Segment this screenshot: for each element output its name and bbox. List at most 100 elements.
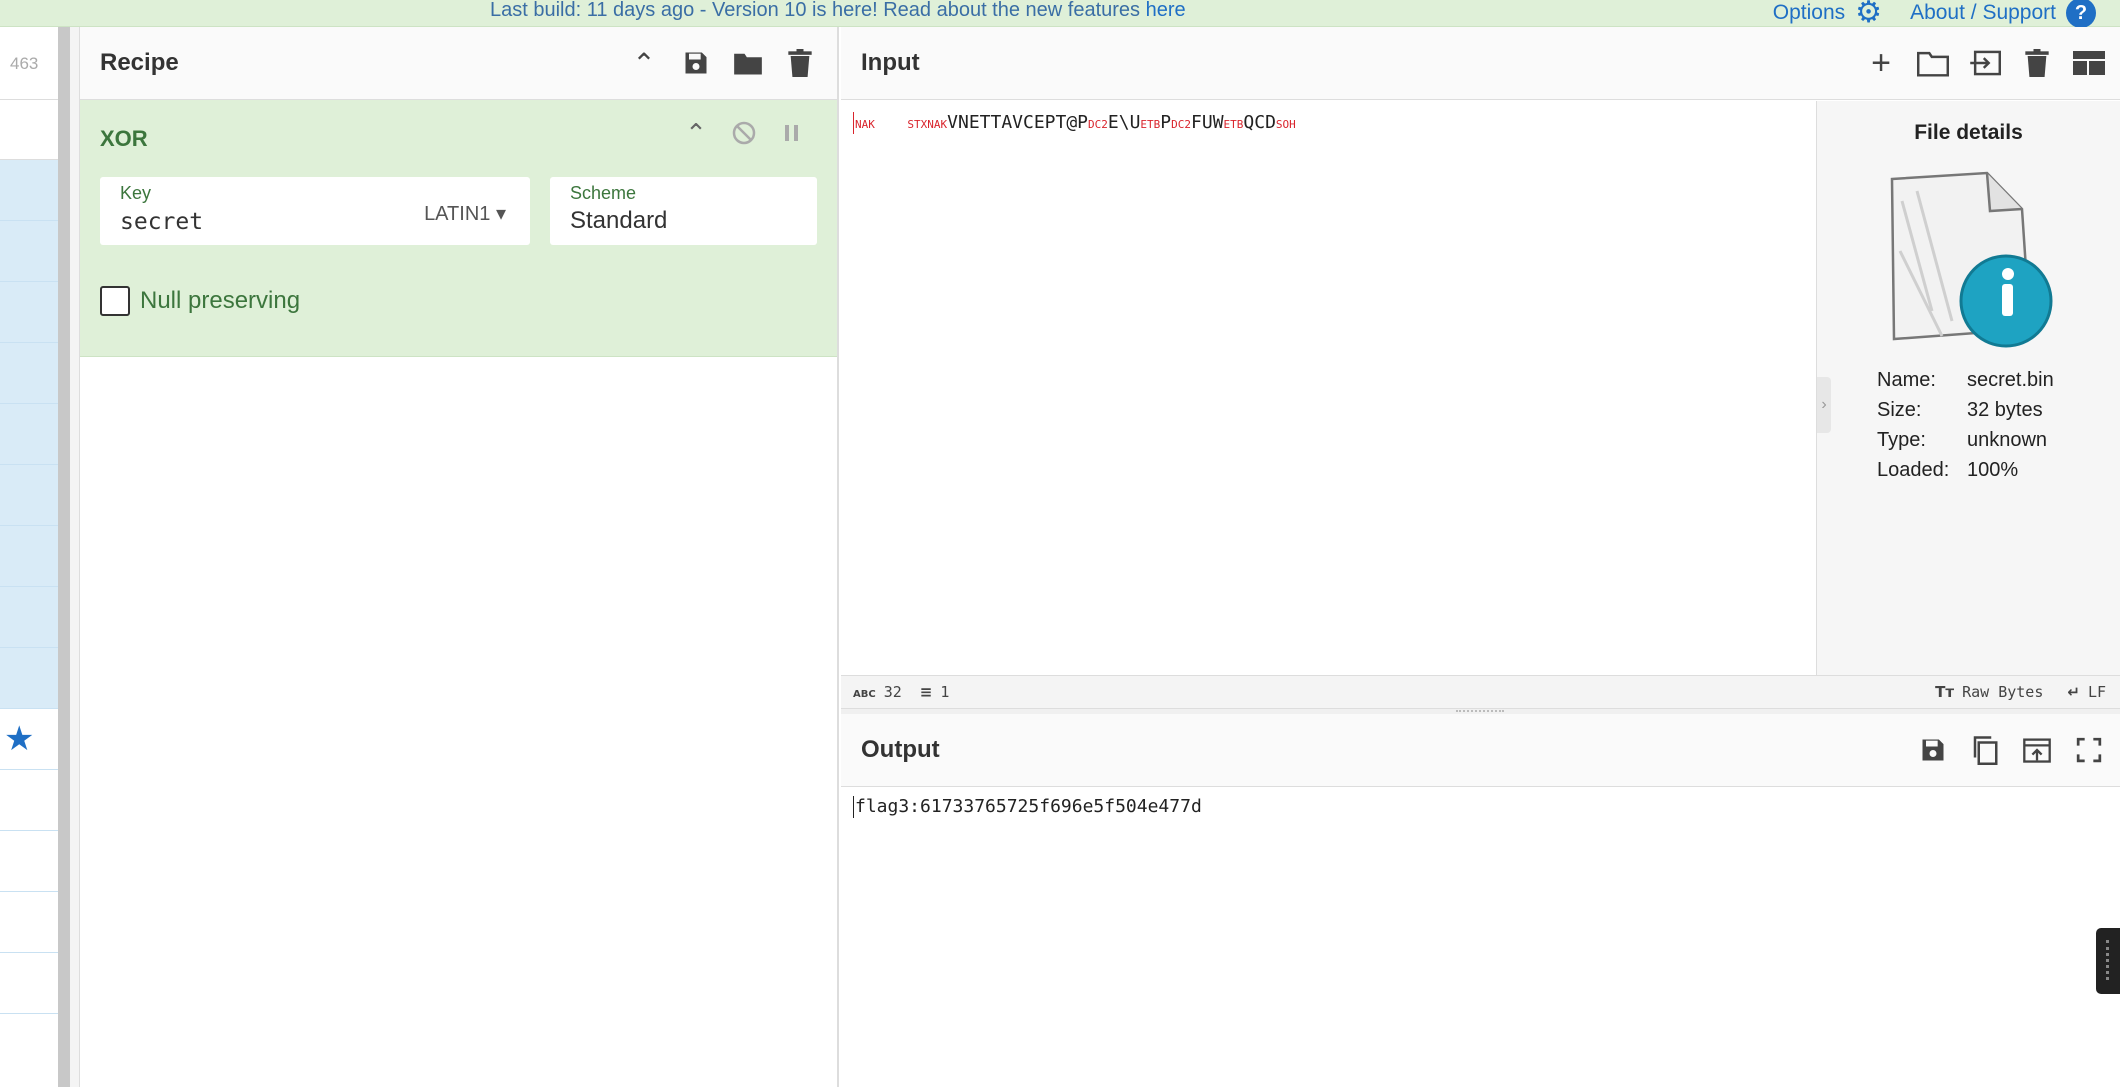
- size-key: Size:: [1877, 399, 1922, 421]
- operation-item[interactable]: [0, 587, 58, 648]
- maximise-icon[interactable]: [2070, 731, 2108, 769]
- key-field[interactable]: Key secret LATIN1 ▾: [100, 177, 530, 245]
- add-tab-icon[interactable]: +: [1862, 44, 1900, 82]
- disable-icon[interactable]: [729, 118, 759, 148]
- key-input[interactable]: secret: [120, 209, 203, 235]
- operation-item[interactable]: [0, 282, 58, 343]
- text-cursor: [853, 112, 854, 134]
- operations-search[interactable]: [0, 100, 58, 160]
- key-encoding-dropdown[interactable]: LATIN1 ▾: [424, 201, 506, 226]
- key-label: Key: [120, 183, 152, 203]
- input-seg: VNETTAVCEPT@P: [947, 112, 1089, 133]
- file-details-panel: › File details Name: secret.bin Size: 32 b…: [1816, 101, 2120, 675]
- operations-list: ★: [0, 160, 58, 1014]
- chevron-right-icon[interactable]: ›: [1817, 377, 1831, 433]
- input-panel: Input + NAK STXNAKVNETTAVCEPT@PDC2E\UETB…: [841, 27, 2120, 708]
- load-recipe-icon[interactable]: [729, 44, 767, 82]
- input-seg: DC2: [1088, 118, 1108, 131]
- input-seg: NAK: [927, 118, 948, 131]
- loaded-key: Loaded:: [1877, 459, 1950, 481]
- text-cursor: [853, 796, 854, 818]
- lines-icon: ≡: [919, 683, 933, 701]
- null-preserving-label: Null preserving: [140, 287, 301, 314]
- category-item[interactable]: [0, 770, 58, 831]
- category-item[interactable]: [0, 892, 58, 953]
- encoding-selector[interactable]: Tт Raw Bytes: [1935, 683, 2043, 701]
- key-encoding-value: LATIN1: [424, 203, 491, 225]
- input-seg: ETB: [1223, 118, 1244, 131]
- output-header: Output: [841, 714, 2120, 787]
- options-link[interactable]: Options: [1773, 1, 1845, 25]
- recipe-header: Recipe ⌃: [80, 27, 837, 100]
- copy-output-icon[interactable]: [1966, 731, 2004, 769]
- lines-value: 1: [940, 683, 950, 701]
- operations-count: 463: [0, 27, 58, 100]
- return-icon: ↵: [2067, 683, 2080, 701]
- operation-item[interactable]: [0, 648, 58, 709]
- hide-args-icon[interactable]: ⌃: [681, 118, 711, 148]
- operation-item[interactable]: [0, 404, 58, 465]
- clear-recipe-icon[interactable]: [781, 44, 819, 82]
- favourites-category[interactable]: ★: [0, 709, 58, 770]
- null-preserving-option[interactable]: Null preserving: [100, 286, 300, 316]
- length-value: 32: [883, 683, 902, 701]
- scheme-field[interactable]: Scheme Standard: [550, 177, 817, 245]
- side-handle[interactable]: [2096, 928, 2120, 994]
- operation-item[interactable]: [0, 526, 58, 587]
- input-title: Input: [861, 49, 920, 76]
- input-seg: [875, 112, 908, 133]
- operation-item[interactable]: [0, 221, 58, 282]
- name-key: Name:: [1877, 369, 1936, 391]
- xor-operation: XOR ⌃ Key secret LATIN1 ▾ Scheme Standar…: [80, 100, 837, 357]
- operations-panel: 463 ★: [0, 27, 58, 1087]
- lines-stat: ≡ 1: [920, 683, 950, 701]
- panel-resizer[interactable]: [70, 27, 80, 1087]
- output-textarea[interactable]: flag3:61733765725f696e5f504e477d: [853, 796, 1202, 818]
- category-item[interactable]: [0, 831, 58, 892]
- abc-icon: ABC: [853, 689, 876, 700]
- input-seg: NAK: [855, 118, 875, 131]
- recipe-title: Recipe: [100, 49, 179, 76]
- layout-icon[interactable]: [2070, 44, 2108, 82]
- output-value: flag3:61733765725f696e5f504e477d: [855, 796, 1202, 817]
- input-header: Input +: [841, 27, 2120, 100]
- input-textarea[interactable]: NAK STXNAKVNETTAVCEPT@PDC2E\UETBPDC2FUWE…: [853, 112, 1296, 134]
- category-item[interactable]: [0, 953, 58, 1014]
- operation-name: XOR: [100, 126, 148, 151]
- input-seg: P: [1160, 112, 1172, 133]
- save-recipe-icon[interactable]: [677, 44, 715, 82]
- name-value: secret.bin: [1967, 369, 2054, 391]
- clear-input-icon[interactable]: [2018, 44, 2056, 82]
- output-panel: Output flag3:61733765725f696e5f504e477d: [841, 714, 2120, 1087]
- pause-icon[interactable]: [777, 118, 807, 148]
- input-seg: E\U: [1107, 112, 1141, 133]
- input-seg: DC2: [1171, 118, 1192, 131]
- caret-down-icon: ▾: [495, 203, 506, 225]
- size-value: 32 bytes: [1967, 399, 2043, 421]
- gear-icon[interactable]: ⚙: [1855, 0, 1882, 28]
- banner-text: Last build: 11 days ago - Version 10 is …: [490, 0, 1146, 21]
- replace-input-icon[interactable]: [2018, 731, 2056, 769]
- open-folder-icon[interactable]: [1914, 44, 1952, 82]
- operation-item[interactable]: [0, 160, 58, 221]
- input-seg: FUW: [1191, 112, 1224, 133]
- operations-scrollbar[interactable]: [58, 27, 70, 1087]
- banner-actions: Options ⚙ About / Support ?: [1773, 0, 2096, 28]
- input-status-bar: ABC 32 ≡ 1 Tт Raw Bytes ↵ LF: [841, 675, 2120, 708]
- open-file-icon[interactable]: [1966, 44, 2004, 82]
- operation-item[interactable]: [0, 343, 58, 404]
- null-preserving-checkbox[interactable]: [100, 286, 130, 316]
- banner-link[interactable]: here: [1146, 0, 1186, 21]
- top-banner: Last build: 11 days ago - Version 10 is …: [0, 0, 2120, 28]
- operation-item[interactable]: [0, 465, 58, 526]
- eol-value: LF: [2087, 683, 2106, 701]
- help-icon[interactable]: ?: [2066, 0, 2096, 28]
- scheme-select[interactable]: Standard: [570, 207, 667, 235]
- length-stat: ABC 32: [853, 683, 902, 701]
- about-support-link[interactable]: About / Support: [1910, 1, 2056, 25]
- input-seg: STX: [907, 118, 928, 131]
- grip-icon: [1456, 710, 1504, 713]
- eol-selector[interactable]: ↵ LF: [2067, 683, 2106, 701]
- save-output-icon[interactable]: [1914, 731, 1952, 769]
- collapse-all-icon[interactable]: ⌃: [625, 44, 663, 82]
